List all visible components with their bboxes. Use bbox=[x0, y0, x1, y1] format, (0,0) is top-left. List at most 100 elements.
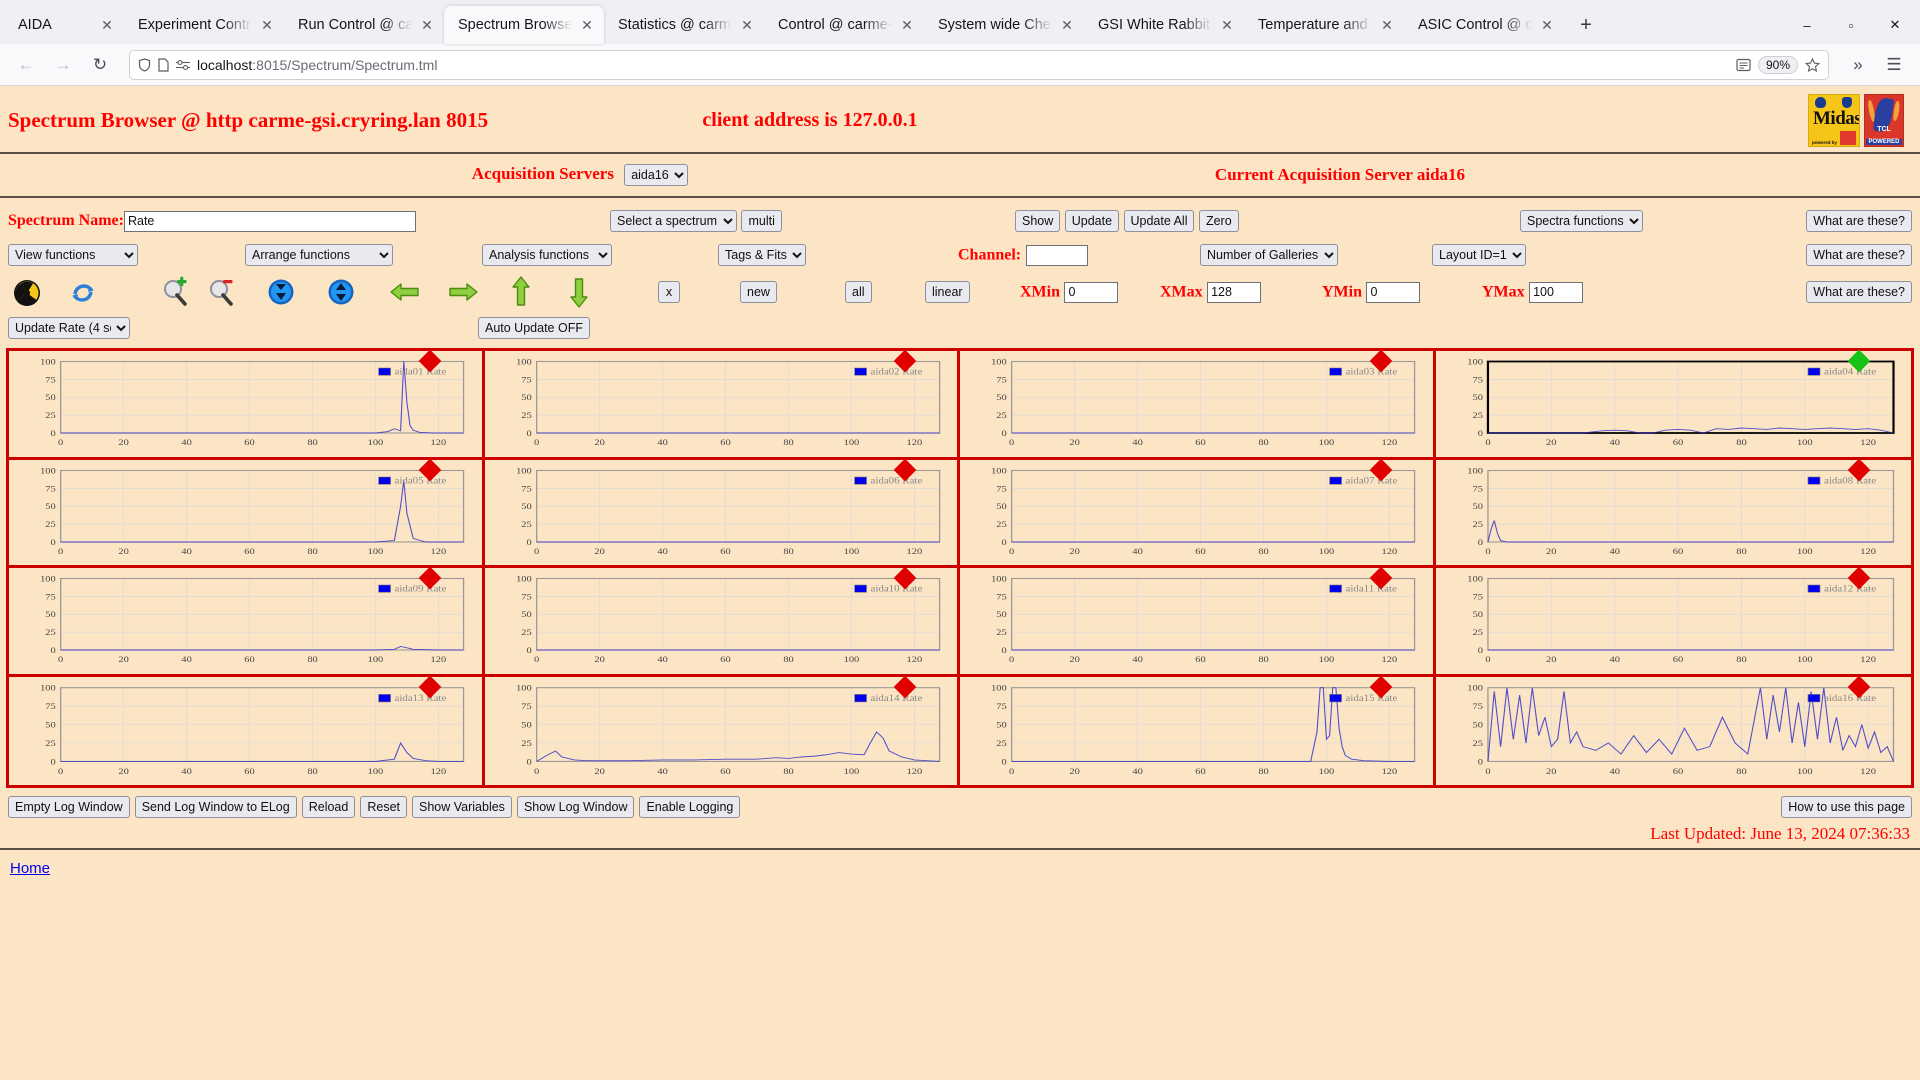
spectrum-plot[interactable]: 0 25 50 75 100 0 20 40 60 80 100 120 aida10 Rate bbox=[493, 572, 950, 670]
browser-tab[interactable]: Experiment Control @ c ✕ bbox=[124, 6, 284, 44]
ymin-input[interactable] bbox=[1366, 281, 1421, 303]
send-log-to-elog-button[interactable]: Send Log Window to ELog bbox=[134, 796, 297, 818]
zoom-level-badge[interactable]: 90% bbox=[1757, 55, 1798, 74]
zoom-out-icon[interactable] bbox=[204, 275, 238, 309]
spectrum-plot[interactable]: 0 25 50 75 100 0 20 40 60 80 100 120 aida04 Rate bbox=[1444, 355, 1904, 453]
reader-view-icon[interactable] bbox=[1736, 58, 1751, 72]
arrow-left-icon[interactable] bbox=[388, 275, 422, 309]
spectrum-plot[interactable]: 0 25 50 75 100 0 20 40 60 80 100 120 aida05 Rate bbox=[17, 464, 474, 562]
spectrum-plot[interactable]: 0 25 50 75 100 0 20 40 60 80 100 120 aida14 Rate bbox=[493, 681, 950, 782]
arrange-functions-dropdown[interactable]: Arrange functions bbox=[245, 244, 393, 266]
tab-close-icon[interactable]: ✕ bbox=[1058, 16, 1076, 34]
layout-id-dropdown[interactable]: Layout ID=1 bbox=[1432, 244, 1526, 266]
spectrum-cell[interactable]: 0 25 50 75 100 0 20 40 60 80 100 120 aida09 Rate bbox=[9, 566, 485, 677]
home-link[interactable]: Home bbox=[0, 850, 50, 877]
show-log-window-button[interactable]: Show Log Window bbox=[516, 796, 635, 818]
number-of-galleries-dropdown[interactable]: Number of Galleries bbox=[1200, 244, 1338, 266]
browser-tab[interactable]: Statistics @ carme-gs ✕ bbox=[604, 6, 764, 44]
zoom-in-icon[interactable] bbox=[158, 275, 192, 309]
spectrum-plot[interactable]: 0 25 50 75 100 0 20 40 60 80 100 120 aida11 Rate bbox=[968, 572, 1425, 670]
hamburger-menu-icon[interactable]: ☰ bbox=[1878, 49, 1910, 81]
minimize-button[interactable]: – bbox=[1786, 6, 1828, 44]
spectrum-cell[interactable]: 0 25 50 75 100 0 20 40 60 80 100 120 aida11 Rate bbox=[960, 566, 1436, 677]
browser-tab[interactable]: Control @ carme-gsi ✕ bbox=[764, 6, 924, 44]
spectrum-plot[interactable]: 0 25 50 75 100 0 20 40 60 80 100 120 aida15 Rate bbox=[968, 681, 1425, 782]
tab-close-icon[interactable]: ✕ bbox=[258, 16, 276, 34]
new-tab-button[interactable]: + bbox=[1570, 9, 1602, 41]
enable-logging-button[interactable]: Enable Logging bbox=[639, 796, 741, 818]
spectrum-cell[interactable]: 0 25 50 75 100 0 20 40 60 80 100 120 aida12 Rate bbox=[1435, 566, 1911, 677]
close-window-button[interactable]: ✕ bbox=[1874, 6, 1916, 44]
what-are-these-button-3[interactable]: What are these? bbox=[1806, 281, 1912, 303]
select-spectrum-dropdown[interactable]: Select a spectrum bbox=[610, 210, 737, 232]
browser-tab[interactable]: AIDA ✕ bbox=[4, 6, 124, 44]
spectrum-cell[interactable]: 0 25 50 75 100 0 20 40 60 80 100 120 aida03 Rate bbox=[960, 349, 1436, 460]
spectrum-name-input[interactable] bbox=[123, 210, 416, 232]
empty-log-window-button[interactable]: Empty Log Window bbox=[8, 796, 130, 818]
spectrum-plot[interactable]: 0 25 50 75 100 0 20 40 60 80 100 120 aida09 Rate bbox=[17, 572, 474, 670]
show-button[interactable]: Show bbox=[1015, 210, 1061, 232]
spectrum-cell[interactable]: 0 25 50 75 100 0 20 40 60 80 100 120 aida02 Rate bbox=[484, 349, 960, 460]
browser-tab[interactable]: Temperature and stat ✕ bbox=[1244, 6, 1404, 44]
tags-and-fits-dropdown[interactable]: Tags & Fits bbox=[718, 244, 806, 266]
reload-button[interactable]: ↻ bbox=[84, 49, 116, 81]
spectrum-cell[interactable]: 0 25 50 75 100 0 20 40 60 80 100 120 aida01 Rate bbox=[9, 349, 485, 460]
tab-close-icon[interactable]: ✕ bbox=[738, 16, 756, 34]
browser-tab[interactable]: Run Control @ carme ✕ bbox=[284, 6, 444, 44]
spectrum-cell[interactable]: 0 25 50 75 100 0 20 40 60 80 100 120 aida10 Rate bbox=[484, 566, 960, 677]
spectrum-cell[interactable]: 0 25 50 75 100 0 20 40 60 80 100 120 aida06 Rate bbox=[484, 458, 960, 568]
tab-close-icon[interactable]: ✕ bbox=[418, 16, 436, 34]
chevrons-right-icon[interactable]: » bbox=[1842, 49, 1874, 81]
tab-close-icon[interactable]: ✕ bbox=[98, 16, 116, 34]
spectrum-cell[interactable]: 0 25 50 75 100 0 20 40 60 80 100 120 aida13 Rate bbox=[9, 675, 485, 785]
spectra-functions-dropdown[interactable]: Spectra functions bbox=[1520, 210, 1643, 232]
spectrum-cell[interactable]: 0 25 50 75 100 0 20 40 60 80 100 120 aida14 Rate bbox=[484, 675, 960, 785]
reload-button[interactable]: Reload bbox=[301, 796, 356, 818]
tab-close-icon[interactable]: ✕ bbox=[898, 16, 916, 34]
xmin-input[interactable] bbox=[1064, 281, 1119, 303]
arrow-up-icon[interactable] bbox=[504, 275, 538, 309]
channel-input[interactable] bbox=[1025, 244, 1088, 266]
multi-button[interactable]: multi bbox=[741, 210, 782, 232]
show-variables-button[interactable]: Show Variables bbox=[412, 796, 512, 818]
x-button[interactable]: x bbox=[658, 281, 680, 303]
expand-vertical-icon[interactable] bbox=[324, 275, 358, 309]
browser-tab[interactable]: System wide Checks (✕ bbox=[924, 6, 1084, 44]
tab-close-icon[interactable]: ✕ bbox=[1538, 16, 1556, 34]
permissions-icon[interactable] bbox=[176, 59, 190, 71]
bookmark-star-icon[interactable] bbox=[1805, 57, 1820, 72]
url-bar[interactable]: localhost:8015/Spectrum/Spectrum.tml 90% bbox=[129, 49, 1829, 80]
spectrum-cell[interactable]: 0 25 50 75 100 0 20 40 60 80 100 120 aida15 Rate bbox=[960, 675, 1436, 785]
spectrum-cell[interactable]: 0 25 50 75 100 0 20 40 60 80 100 120 aida05 Rate bbox=[9, 458, 485, 568]
view-functions-dropdown[interactable]: View functions bbox=[8, 244, 138, 266]
ymax-input[interactable] bbox=[1529, 281, 1584, 303]
browser-tab[interactable]: GSI White Rabbit Tim ✕ bbox=[1084, 6, 1244, 44]
analysis-functions-dropdown[interactable]: Analysis functions bbox=[482, 244, 612, 266]
maximize-button[interactable]: ▫ bbox=[1830, 6, 1872, 44]
auto-update-toggle[interactable]: Auto Update OFF bbox=[478, 317, 590, 339]
spectrum-plot[interactable]: 0 25 50 75 100 0 20 40 60 80 100 120 aida16 Rate bbox=[1444, 681, 1904, 782]
spectrum-plot[interactable]: 0 25 50 75 100 0 20 40 60 80 100 120 aida08 Rate bbox=[1444, 464, 1904, 562]
collapse-vertical-icon[interactable] bbox=[264, 275, 298, 309]
spectrum-plot[interactable]: 0 25 50 75 100 0 20 40 60 80 100 120 aida13 Rate bbox=[17, 681, 474, 782]
xmax-input[interactable] bbox=[1207, 281, 1262, 303]
spectrum-cell[interactable]: 0 25 50 75 100 0 20 40 60 80 100 120 aida04 Rate bbox=[1435, 349, 1911, 460]
spectrum-plot[interactable]: 0 25 50 75 100 0 20 40 60 80 100 120 aida02 Rate bbox=[493, 355, 950, 453]
tab-close-icon[interactable]: ✕ bbox=[1218, 16, 1236, 34]
update-button[interactable]: Update bbox=[1064, 210, 1120, 232]
linear-button[interactable]: linear bbox=[925, 281, 970, 303]
spectrum-cell[interactable]: 0 25 50 75 100 0 20 40 60 80 100 120 aida16 Rate bbox=[1435, 675, 1911, 785]
spectrum-cell[interactable]: 0 25 50 75 100 0 20 40 60 80 100 120 aida07 Rate bbox=[960, 458, 1436, 568]
reset-button[interactable]: Reset bbox=[360, 796, 407, 818]
update-rate-dropdown[interactable]: Update Rate (4 secs) bbox=[8, 317, 130, 339]
update-all-button[interactable]: Update All bbox=[1123, 210, 1195, 232]
tab-close-icon[interactable]: ✕ bbox=[1378, 16, 1396, 34]
refresh-icon[interactable] bbox=[66, 275, 100, 309]
spectrum-plot[interactable]: 0 25 50 75 100 0 20 40 60 80 100 120 aida01 Rate bbox=[17, 355, 474, 453]
tab-close-icon[interactable]: ✕ bbox=[578, 16, 596, 34]
spectrum-plot[interactable]: 0 25 50 75 100 0 20 40 60 80 100 120 aida03 Rate bbox=[968, 355, 1425, 453]
browser-tab[interactable]: ASIC Control @ carm ✕ bbox=[1404, 6, 1564, 44]
how-to-use-this-page-button[interactable]: How to use this page bbox=[1781, 796, 1912, 818]
spectrum-plot[interactable]: 0 25 50 75 100 0 20 40 60 80 100 120 aida12 Rate bbox=[1444, 572, 1904, 670]
spectrum-plot[interactable]: 0 25 50 75 100 0 20 40 60 80 100 120 aida07 Rate bbox=[968, 464, 1425, 562]
